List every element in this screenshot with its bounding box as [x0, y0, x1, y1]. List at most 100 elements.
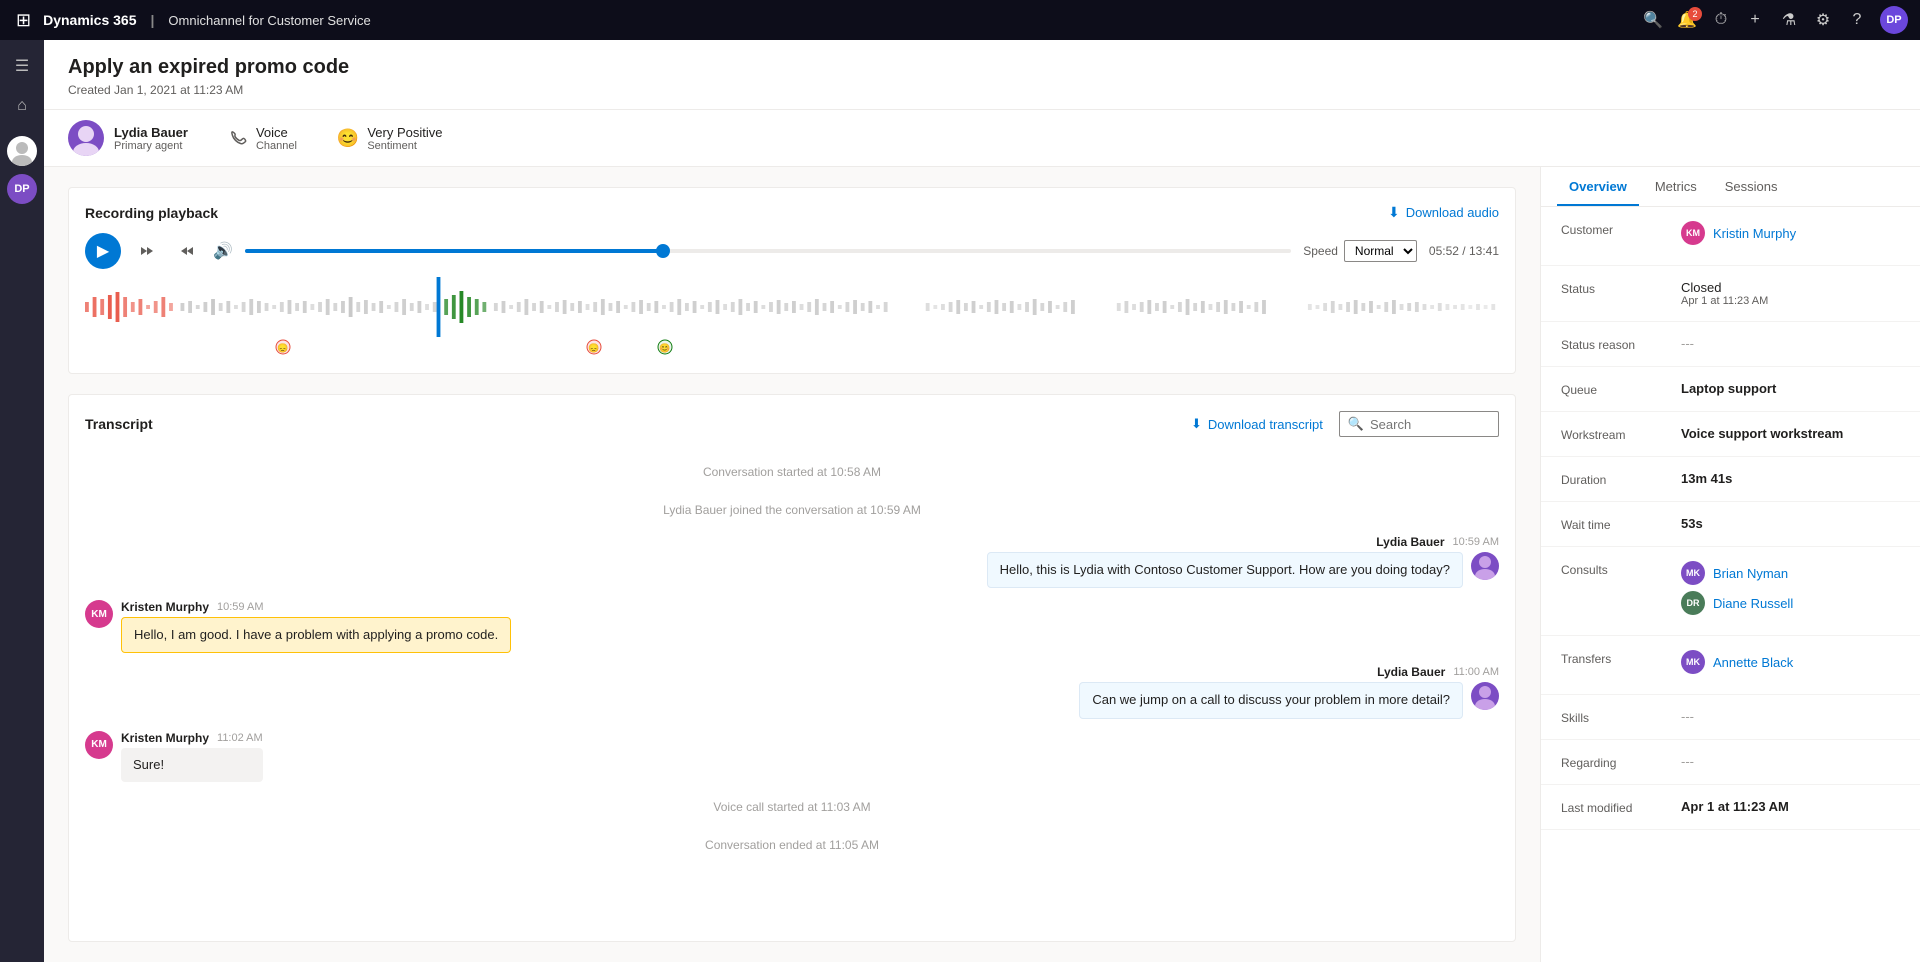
sidebar-user-avatar[interactable]: DP [7, 174, 37, 204]
user-avatar[interactable]: DP [1880, 6, 1908, 34]
msg-bubble-agent-1: Hello, this is Lydia with Contoso Custom… [987, 552, 1463, 588]
customer-person-row: KM Kristin Murphy [1681, 221, 1900, 245]
right-panel-overview: Customer KM Kristin Murphy Status Closed… [1541, 207, 1920, 962]
transfer-name-1[interactable]: Annette Black [1713, 655, 1793, 670]
transfers-label: Transfers [1561, 650, 1681, 666]
svg-text:😊: 😊 [659, 343, 670, 353]
download-transcript-icon: ⬇ [1191, 416, 1202, 432]
customer-name-link[interactable]: Kristin Murphy [1713, 226, 1796, 241]
settings-icon[interactable]: ⚙ [1812, 9, 1834, 31]
last-modified-label: Last modified [1561, 799, 1681, 815]
skills-value: --- [1681, 709, 1900, 724]
detail-row-regarding: Regarding --- [1541, 740, 1920, 785]
brand-name: Dynamics 365 [43, 12, 136, 28]
wait-time-label: Wait time [1561, 516, 1681, 532]
playback-controls: ▶ 🔊 Speed [85, 233, 1499, 269]
main-content: Apply an expired promo code Created Jan … [44, 40, 1920, 962]
wait-time-value: 53s [1681, 516, 1900, 531]
time-display: 05:52 / 13:41 [1429, 244, 1499, 258]
right-panel: Overview Metrics Sessions Customer KM Kr… [1540, 167, 1920, 962]
agent-details: Lydia Bauer Primary agent [114, 125, 188, 152]
left-panel: Recording playback ⬇ Download audio ▶ [44, 167, 1540, 962]
download-audio-link[interactable]: ⬇ Download audio [1388, 204, 1499, 221]
customer-avatar-2: KM [85, 731, 113, 759]
msg-sender-agent-1: Lydia Bauer [1376, 535, 1444, 549]
sidebar-profile-pic[interactable] [7, 136, 37, 166]
volume-button[interactable]: 🔊 [213, 241, 233, 261]
queue-value: Laptop support [1681, 381, 1900, 396]
consult-name-1[interactable]: Brian Nyman [1713, 566, 1788, 581]
status-date: Apr 1 at 11:23 AM [1681, 295, 1900, 307]
grid-menu-button[interactable]: ⊞ [12, 6, 35, 35]
consult-avatar-2: DR [1681, 591, 1705, 615]
progress-track[interactable] [245, 249, 1291, 253]
agent-bar: Lydia Bauer Primary agent Voice Channel … [44, 110, 1920, 167]
top-nav-right: 🔍 🔔 2 ⏱ + ⚗ ⚙ ? DP [1642, 6, 1908, 34]
agent-name: Lydia Bauer [114, 125, 188, 140]
detail-row-workstream: Workstream Voice support workstream [1541, 412, 1920, 457]
sentiment-info: 😊 Very Positive Sentiment [337, 125, 443, 152]
system-msg-3: Voice call started at 11:03 AM [85, 800, 1499, 814]
msg-time-customer-1: 10:59 AM [217, 601, 263, 613]
search-container: 🔍 [1339, 411, 1499, 437]
sentiment-icon: 😊 [337, 128, 359, 149]
consult-row-2: DR Diane Russell [1681, 591, 1900, 615]
sentiment-marker-negative2: 😞 [586, 339, 602, 358]
message-row-agent-1: Lydia Bauer 10:59 AM Hello, this is Lydi… [85, 535, 1499, 588]
forward-button[interactable] [173, 237, 201, 265]
status-value: Closed Apr 1 at 11:23 AM [1681, 280, 1900, 307]
download-audio-label: Download audio [1406, 205, 1499, 220]
system-msg-4: Conversation ended at 11:05 AM [85, 838, 1499, 852]
detail-row-transfers: Transfers MK Annette Black [1541, 636, 1920, 695]
detail-row-status: Status Closed Apr 1 at 11:23 AM [1541, 266, 1920, 322]
consults-value: MK Brian Nyman DR Diane Russell [1681, 561, 1900, 621]
current-time: 05:52 [1429, 244, 1459, 258]
msg-time-agent-2: 11:00 AM [1453, 666, 1499, 678]
speed-selector[interactable]: Normal 0.5x 0.75x 1.25x 1.5x 2x [1344, 240, 1417, 262]
notifications-icon[interactable]: 🔔 2 [1676, 9, 1698, 31]
detail-row-wait-time: Wait time 53s [1541, 502, 1920, 547]
waveform-svg: // This will be rendered as SVG rects [85, 277, 1499, 337]
add-icon[interactable]: + [1744, 9, 1766, 31]
status-reason-label: Status reason [1561, 336, 1681, 352]
msg-bubble-agent-2: Can we jump on a call to discuss your pr… [1079, 682, 1463, 718]
sentiment-label: Sentiment [367, 140, 442, 152]
clock-icon[interactable]: ⏱ [1710, 9, 1732, 31]
message-row-customer-1: KM Kristen Murphy 10:59 AM Hello, I am g… [85, 600, 1499, 653]
status-label: Status [1561, 280, 1681, 296]
detail-row-last-modified: Last modified Apr 1 at 11:23 AM [1541, 785, 1920, 830]
search-nav-icon[interactable]: 🔍 [1642, 9, 1664, 31]
message-row-agent-2: Lydia Bauer 11:00 AM Can we jump on a ca… [85, 665, 1499, 718]
filter-icon[interactable]: ⚗ [1778, 9, 1800, 31]
waveform-container[interactable]: // This will be rendered as SVG rects [85, 277, 1499, 337]
consult-name-2[interactable]: Diane Russell [1713, 596, 1793, 611]
search-icon: 🔍 [1348, 416, 1364, 432]
brand-separator: | [151, 12, 155, 28]
help-icon[interactable]: ? [1846, 9, 1868, 31]
consult-avatar-1: MK [1681, 561, 1705, 585]
message-row-customer-2: KM Kristen Murphy 11:02 AM Sure! [85, 731, 1499, 782]
rewind-button[interactable] [133, 237, 161, 265]
page-created: Created Jan 1, 2021 at 11:23 AM [68, 83, 1896, 97]
tab-metrics[interactable]: Metrics [1643, 167, 1709, 206]
tab-overview[interactable]: Overview [1557, 167, 1639, 206]
play-button[interactable]: ▶ [85, 233, 121, 269]
top-navigation: ⊞ Dynamics 365 | Omnichannel for Custome… [0, 0, 1920, 40]
recording-section: Recording playback ⬇ Download audio ▶ [68, 187, 1516, 374]
msg-bubble-customer-1-highlighted: Hello, I am good. I have a problem with … [121, 617, 511, 653]
msg-time-agent-1: 10:59 AM [1453, 536, 1499, 548]
download-transcript-label: Download transcript [1208, 417, 1323, 432]
sidebar-menu-icon[interactable]: ☰ [4, 48, 40, 84]
progress-container[interactable] [245, 249, 1291, 253]
sidebar-home-icon[interactable]: ⌂ [4, 88, 40, 124]
tab-sessions[interactable]: Sessions [1713, 167, 1790, 206]
transcript-title: Transcript [85, 416, 153, 432]
agent-photo-2 [1471, 682, 1499, 710]
speed-label: Speed [1303, 244, 1338, 258]
recording-title: Recording playback [85, 205, 218, 221]
customer-person-avatar: KM [1681, 221, 1705, 245]
msg-sender-agent-2: Lydia Bauer [1377, 665, 1445, 679]
agent-info: Lydia Bauer Primary agent [68, 120, 188, 156]
download-transcript-link[interactable]: ⬇ Download transcript [1191, 416, 1323, 432]
search-input[interactable] [1370, 417, 1490, 432]
